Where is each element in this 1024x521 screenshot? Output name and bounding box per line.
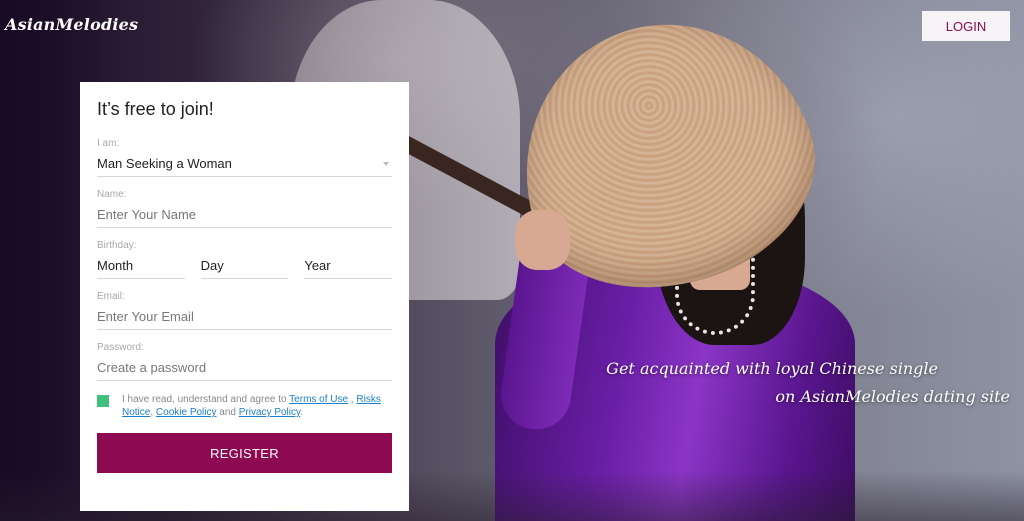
- woman-hand: [515, 210, 570, 270]
- birthday-month-select[interactable]: Month: [97, 255, 185, 279]
- privacy-policy-link[interactable]: Privacy Policy: [239, 407, 301, 418]
- consent-text: I have read, understand and agree to Ter…: [122, 393, 392, 419]
- email-input[interactable]: [97, 306, 392, 330]
- birthday-selects: Month Day Year: [97, 255, 393, 279]
- name-field: Name:: [97, 189, 392, 228]
- chevron-down-icon: [383, 162, 389, 166]
- tagline-line-1: Get acquainted with loyal Chinese single: [606, 359, 938, 378]
- birthday-field: Birthday: Month Day Year: [97, 240, 393, 279]
- name-input[interactable]: [97, 204, 392, 228]
- iam-select-value[interactable]: Man Seeking a Woman: [97, 153, 392, 177]
- consent-checkbox[interactable]: [97, 395, 109, 407]
- iam-select[interactable]: Man Seeking a Woman: [97, 153, 392, 177]
- email-field: Email:: [97, 291, 392, 330]
- terms-link[interactable]: Terms of Use: [289, 394, 348, 405]
- birthday-year-select[interactable]: Year: [304, 255, 393, 279]
- cookie-policy-link[interactable]: Cookie Policy: [156, 407, 217, 418]
- iam-label: I am:: [97, 138, 120, 149]
- iam-field: I am: Man Seeking a Woman: [97, 138, 392, 177]
- site-logo[interactable]: AsianMelodies: [5, 15, 138, 34]
- email-label: Email:: [97, 291, 125, 302]
- form-title: It’s free to join!: [97, 99, 214, 119]
- consent-end: .: [300, 407, 304, 418]
- consent-text-start: I have read, understand and agree to: [122, 394, 290, 405]
- password-label: Password:: [97, 342, 144, 353]
- birthday-label: Birthday:: [97, 240, 137, 251]
- login-button[interactable]: LOGIN: [922, 11, 1010, 41]
- password-input[interactable]: [97, 357, 392, 381]
- register-button[interactable]: REGISTER: [97, 433, 392, 473]
- consent-row: I have read, understand and agree to Ter…: [97, 393, 392, 419]
- consent-sep: and: [216, 407, 239, 418]
- signup-form: It’s free to join! I am: Man Seeking a W…: [80, 82, 409, 511]
- name-label: Name:: [97, 189, 127, 200]
- password-field: Password:: [97, 342, 392, 381]
- tagline-line-2: on AsianMelodies dating site: [775, 387, 1010, 406]
- birthday-day-select[interactable]: Day: [200, 255, 289, 279]
- hero-tagline: Get acquainted with loyal Chinese single…: [606, 355, 1010, 411]
